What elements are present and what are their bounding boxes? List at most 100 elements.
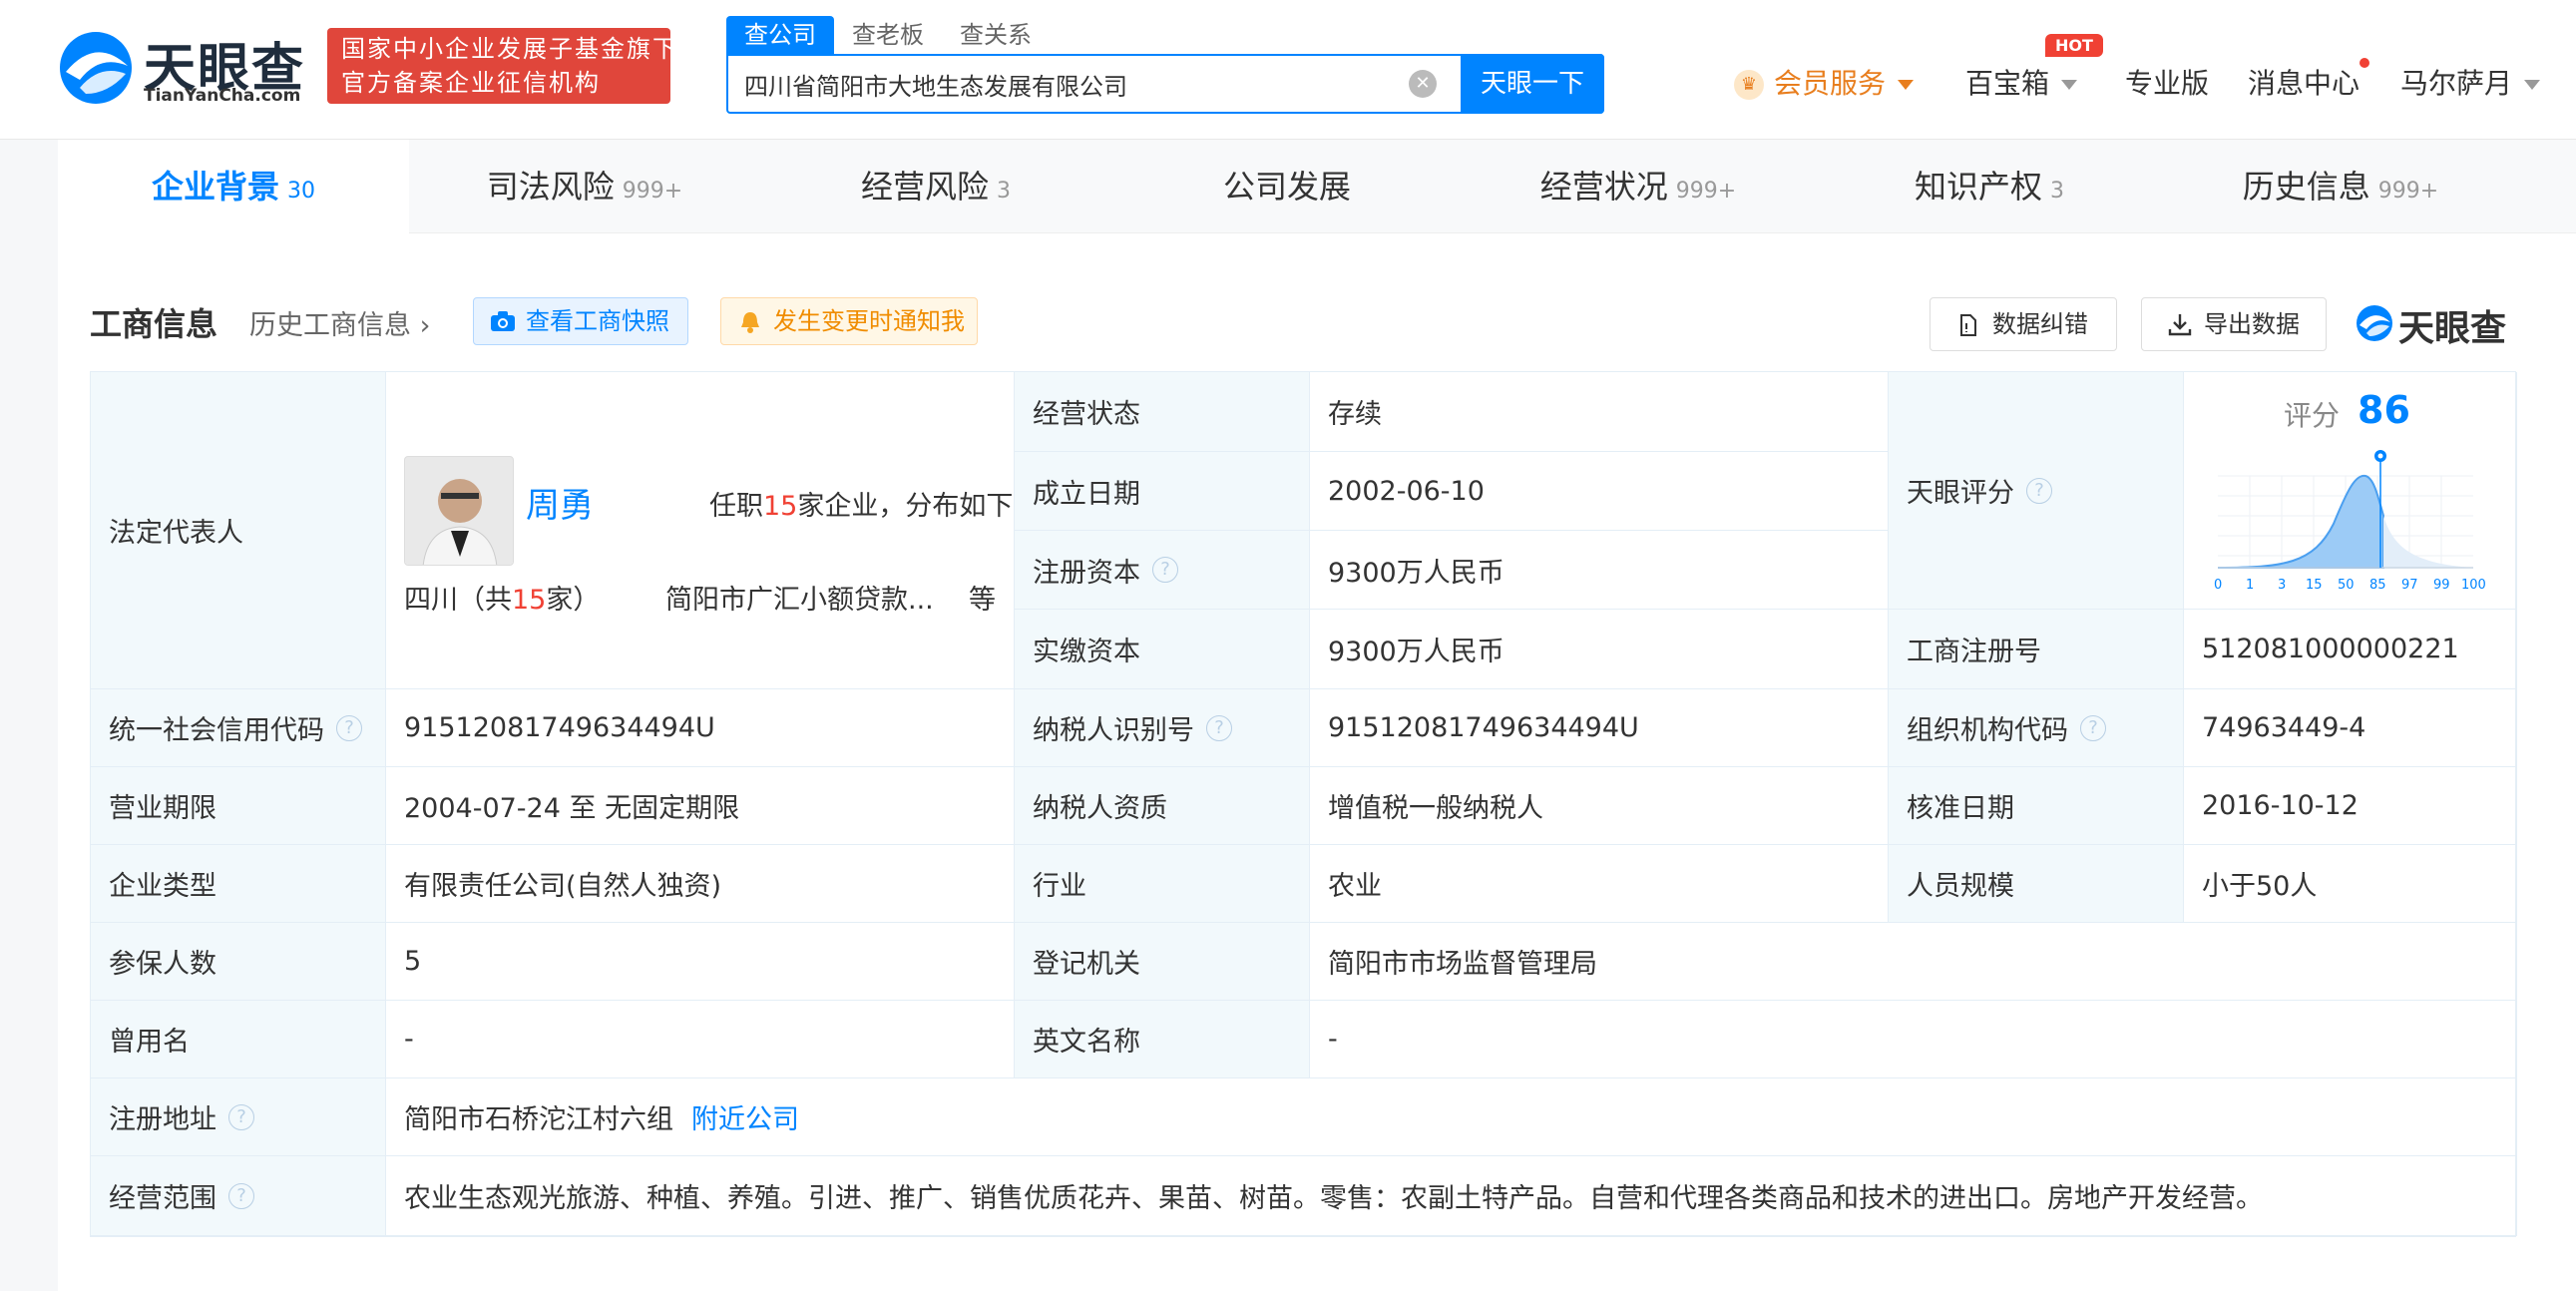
legal-rep-pre: 任职	[709, 491, 763, 522]
document-edit-icon	[1960, 314, 1976, 336]
legal-rep-positions: 任职15家企业，分布如下	[709, 484, 1013, 523]
insured-label: 参保人数	[91, 923, 386, 1001]
address-value: 简阳市石桥沱江村六组	[404, 1104, 673, 1135]
tianyancha-logo[interactable]: 天眼查 TianYanCha.com	[56, 24, 315, 114]
address-cell: 简阳市石桥沱江村六组 附近公司	[386, 1078, 2517, 1156]
score-tick: 85	[2369, 578, 2386, 593]
vip-service-menu[interactable]: ♛ 会员服务	[1734, 62, 1915, 102]
snapshot-button[interactable]: 查看工商快照	[473, 297, 688, 345]
score-tick: 99	[2433, 578, 2450, 593]
chevron-down-icon	[2061, 80, 2078, 90]
business-info-table: 法定代表人 周勇 任职15家企业，分布如下 四川（共15家） 简阳市广汇小额贷款…	[90, 371, 2517, 1237]
legal-rep-name-link[interactable]: 周勇	[526, 478, 594, 527]
search-input[interactable]	[730, 58, 1459, 110]
region-count: 15	[512, 585, 547, 616]
tab-label: 公司发展	[1222, 168, 1351, 206]
credit-code-value: 91512081749634494U	[386, 689, 1015, 767]
score-tick: 1	[2246, 578, 2255, 593]
data-correction-label: 数据纠错	[1992, 310, 2088, 338]
reg-capital-label: 注册资本	[1033, 557, 1140, 589]
data-correction-button[interactable]: 数据纠错	[1930, 297, 2117, 351]
paid-capital-value: 9300万人民币	[1310, 610, 1889, 689]
nearby-companies-link[interactable]: 附近公司	[691, 1097, 799, 1136]
scope-value: 农业生态观光旅游、种植、养殖。引进、推广、销售优质花卉、果苗、树苗。零售：农副土…	[386, 1156, 2517, 1236]
help-icon[interactable]: ?	[2026, 477, 2052, 504]
search-tab-boss[interactable]: 查老板	[834, 16, 942, 54]
watermark-text: 天眼查	[2398, 308, 2507, 349]
logo-domain: TianYanCha.com	[144, 86, 301, 106]
search-type-tabs: 查公司 查老板 查关系	[726, 16, 1050, 54]
score-cell[interactable]: 评分 86 0 1 3 15 50 85 97 99 100	[2184, 372, 2517, 610]
staff-size-label: 人员规模	[1889, 845, 2184, 923]
help-icon[interactable]: ?	[2080, 714, 2106, 741]
tab-label: 司法风险	[486, 168, 615, 206]
chevron-right-icon: ›	[411, 310, 431, 341]
legal-rep-count: 15	[763, 491, 798, 522]
tab-judicial-risk[interactable]: 司法风险 999+	[409, 140, 760, 233]
help-icon[interactable]: ?	[336, 714, 362, 741]
tab-count: 3	[2050, 179, 2064, 204]
help-icon[interactable]: ?	[228, 1103, 254, 1130]
tab-background[interactable]: 企业背景 30	[58, 140, 409, 233]
address-label: 注册地址	[109, 1104, 216, 1135]
avatar[interactable]	[404, 456, 514, 566]
taxpayer-id-label: 纳税人识别号	[1033, 715, 1194, 746]
user-menu[interactable]: 马尔萨月	[2400, 62, 2541, 102]
tab-operating-risk[interactable]: 经营风险 3	[760, 140, 1111, 233]
score-tick: 100	[2461, 578, 2486, 593]
tianyancha-eye-icon	[60, 32, 132, 104]
history-info-link[interactable]: 历史工商信息 ›	[249, 303, 430, 342]
score-label-cell: 天眼评分?	[1889, 372, 2184, 610]
term-value: 2004-07-24 至 无固定期限	[386, 767, 1015, 845]
approval-date-value: 2016-10-12	[2184, 767, 2517, 845]
legal-rep-post: 家企业，分布如下	[797, 491, 1014, 522]
dimension-tabs: 企业背景 30 司法风险 999+ 经营风险 3 公司发展 经营状况 999+ 知识产权…	[58, 140, 2576, 233]
score-tick: 0	[2214, 578, 2223, 593]
baobao-menu[interactable]: 百宝箱	[1965, 62, 2078, 102]
tab-count: 3	[997, 179, 1011, 204]
biz-reg-no-label: 工商注册号	[1889, 610, 2184, 689]
search-button[interactable]: 天眼一下	[1461, 54, 1604, 114]
legal-rep-label: 法定代表人	[91, 372, 386, 689]
unread-dot	[2360, 58, 2370, 68]
badge-line-2: 官方备案企业征信机构	[341, 69, 601, 97]
score-title: 评分	[2284, 399, 2341, 432]
chevron-down-icon	[1898, 80, 1915, 90]
clear-icon[interactable]: ✕	[1409, 70, 1437, 98]
org-code-label: 组织机构代码	[1907, 715, 2068, 746]
export-data-button[interactable]: 导出数据	[2141, 297, 2327, 351]
chevron-down-icon	[2524, 80, 2541, 90]
crown-icon: ♛	[1734, 70, 1764, 100]
founded-value: 2002-06-10	[1310, 452, 1889, 531]
notify-change-button[interactable]: 发生变更时通知我	[720, 297, 978, 345]
approval-date-label: 核准日期	[1889, 767, 2184, 845]
tab-operating-status[interactable]: 经营状况 999+	[1463, 140, 1814, 233]
tianyancha-eye-icon	[2357, 305, 2392, 341]
region-summary[interactable]: 四川（共15家）	[404, 578, 600, 617]
tab-ip[interactable]: 知识产权 3	[1814, 140, 2165, 233]
status-label: 经营状态	[1015, 372, 1310, 452]
term-label: 营业期限	[91, 767, 386, 845]
search-tab-company[interactable]: 查公司	[726, 16, 834, 54]
region-company-link[interactable]: 简阳市广汇小额贷款...	[665, 578, 934, 617]
insured-value: 5	[386, 923, 1015, 1001]
help-icon[interactable]: ?	[228, 1182, 254, 1209]
message-center-link[interactable]: 消息中心	[2248, 58, 2370, 102]
score-axis: 0 1 3 15 50 85 97 99 100	[2214, 578, 2486, 598]
pro-version-link[interactable]: 专业版	[2125, 62, 2209, 102]
tab-development[interactable]: 公司发展	[1111, 140, 1463, 233]
credit-code-label: 统一社会信用代码	[109, 715, 324, 746]
search-tab-relation[interactable]: 查关系	[942, 16, 1050, 54]
tab-count: 999+	[1675, 179, 1737, 204]
help-icon[interactable]: ?	[1152, 557, 1178, 583]
former-name-value: -	[386, 1001, 1015, 1078]
score-tick: 50	[2338, 578, 2355, 593]
section-title: 工商信息	[90, 305, 218, 343]
score-tick: 15	[2306, 578, 2323, 593]
tab-history[interactable]: 历史信息 999+	[2165, 140, 2516, 233]
score-value: 86	[2358, 388, 2410, 432]
tab-label: 经营风险	[860, 168, 989, 206]
download-icon	[2168, 314, 2192, 336]
help-icon[interactable]: ?	[1206, 714, 1232, 741]
tab-count: 999+	[622, 179, 683, 204]
